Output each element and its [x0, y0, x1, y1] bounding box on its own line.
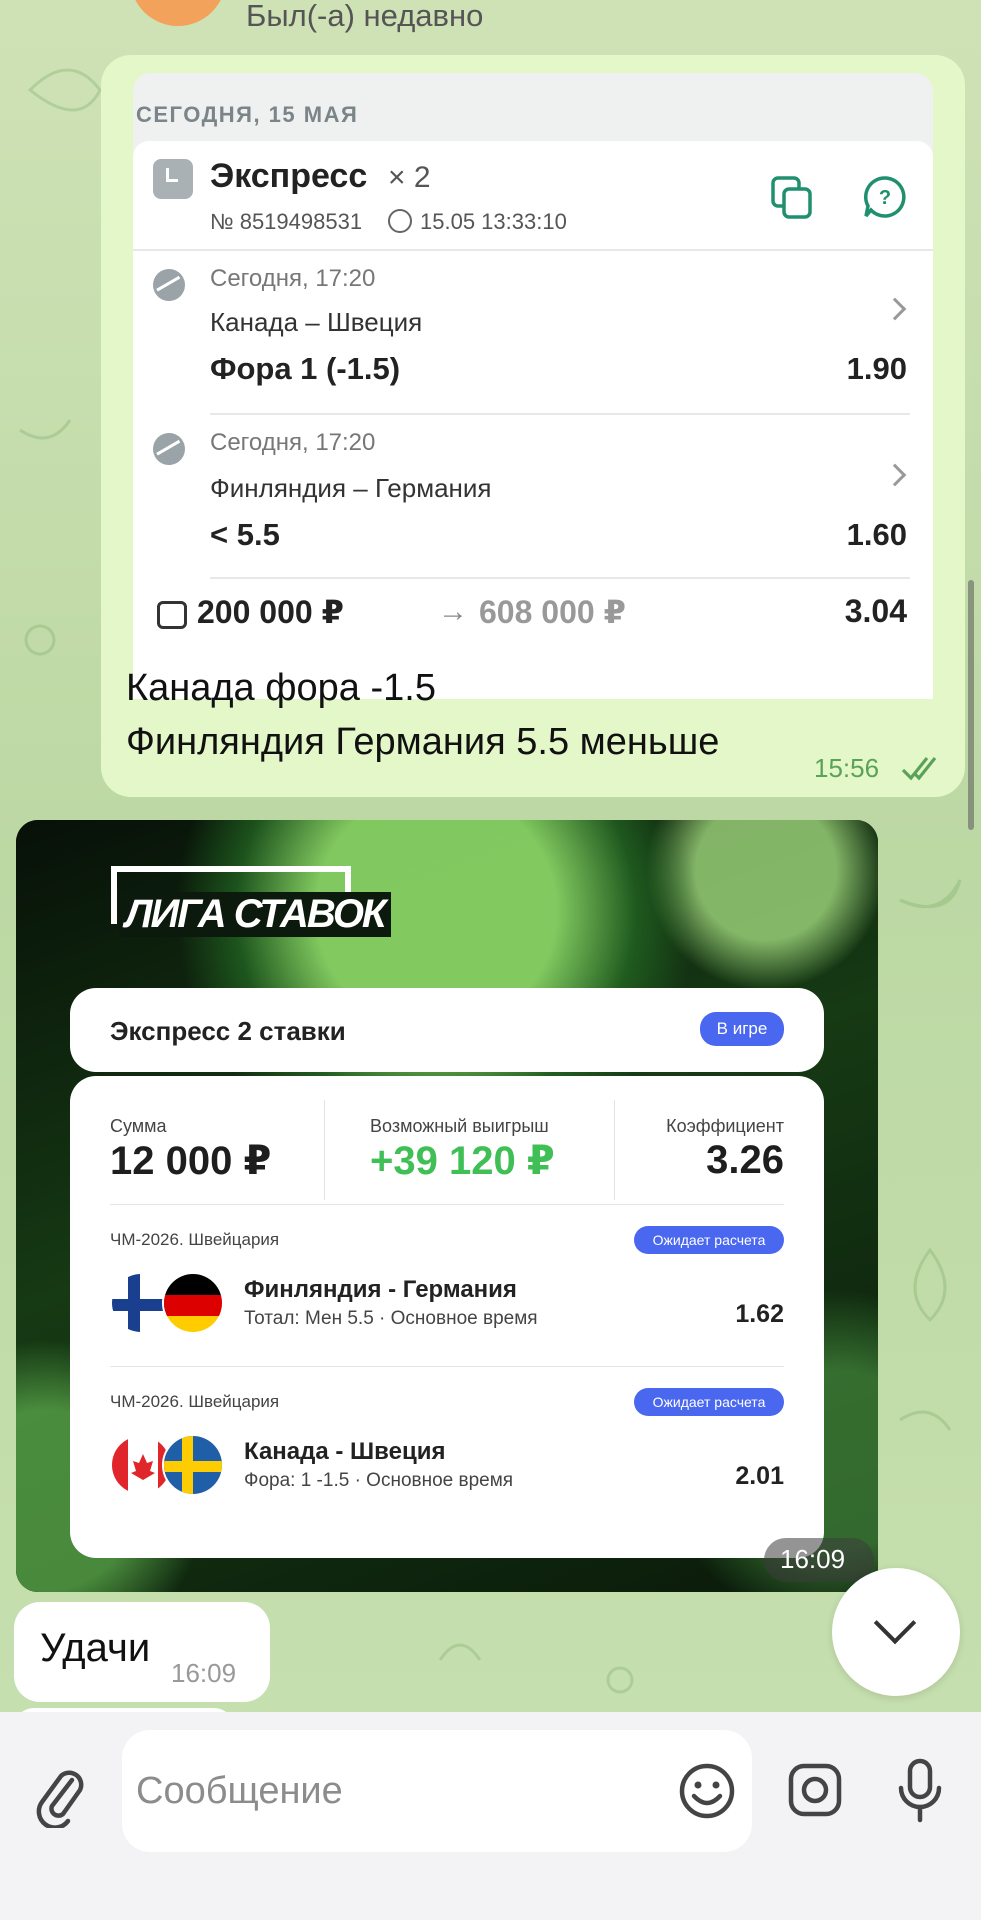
leg-time: Сегодня, 17:20 [210, 429, 376, 456]
divider [324, 1100, 325, 1200]
scrollbar[interactable] [968, 580, 974, 830]
event-odd: 1.62 [735, 1300, 784, 1328]
message-time: 16:09 [171, 1658, 237, 1688]
event-title: Канада - Швеция [244, 1438, 446, 1465]
message-caption: Канада фора -1.5 Финляндия Германия 5.5 … [126, 661, 719, 769]
express-title: Экспресс 2 ставки [110, 1016, 346, 1046]
stake-amount: 200 000 ₽ [197, 594, 344, 630]
message-time: 15:56 [814, 753, 880, 783]
event-league: ЧМ-2026. Швейцария [110, 1230, 280, 1249]
leg-match: Финляндия – Германия [210, 473, 492, 503]
hockey-puck-icon [147, 427, 191, 471]
bet-type-title: Экспресс [210, 157, 368, 195]
double-check-icon [901, 757, 937, 781]
potential-win: 608 000 ₽ [479, 594, 626, 630]
leg-odd: 1.90 [846, 351, 907, 386]
scroll-down-button[interactable] [832, 1568, 960, 1696]
logo-text: ЛИГА СТАВОК [119, 892, 391, 937]
divider [210, 413, 910, 415]
event-league: ЧМ-2026. Швейцария [110, 1392, 280, 1411]
clock-status-icon [153, 159, 193, 199]
message-input[interactable] [122, 1730, 752, 1852]
avatar[interactable] [130, 0, 226, 26]
pending-badge: Ожидает расчета [634, 1388, 784, 1416]
microphone-icon[interactable] [896, 1758, 944, 1824]
paperclip-icon[interactable] [36, 1766, 86, 1828]
divider [110, 1204, 784, 1205]
leg-pick: Фора 1 (-1.5) [210, 351, 401, 386]
event-subtitle: Фора: 1 -1.5 · Основное время [244, 1470, 514, 1491]
contact-status: Был(-а) недавно [246, 0, 484, 33]
express-header-card: Экспресс 2 ставки В игре [70, 988, 824, 1072]
chat-header[interactable]: Был(-а) недавно [0, 0, 981, 36]
date-header: СЕГОДНЯ, 15 МАЯ [136, 102, 359, 127]
express-details-card: Сумма 12 000 ₽ Возможный выигрыш +39 120… [70, 1076, 824, 1558]
wallet-icon [157, 601, 187, 629]
win-label: Возможный выигрыш [370, 1116, 549, 1136]
leg-pick: < 5.5 [210, 517, 280, 552]
sum-label: Сумма [110, 1116, 167, 1136]
bet-multiplier: × 2 [388, 161, 431, 194]
arrow-icon: → [438, 595, 468, 628]
status-badge: В игре [700, 1012, 784, 1046]
event-subtitle: Тотал: Мен 5.5 · Основное время [244, 1308, 538, 1329]
divider [110, 1366, 784, 1367]
message-text: Удачи [40, 1626, 151, 1670]
emoji-icon[interactable] [678, 1762, 736, 1820]
coef-value: 3.26 [706, 1138, 784, 1182]
total-odd: 3.04 [844, 593, 907, 629]
bet-time: 15.05 13:33:10 [420, 209, 567, 234]
germany-flag-icon [162, 1272, 224, 1334]
divider [614, 1100, 615, 1200]
composer-bar [0, 1712, 981, 1920]
leg-match: Канада – Швеция [210, 307, 423, 337]
divider [133, 249, 933, 251]
message-time: 16:09 [780, 1544, 846, 1574]
bet-screenshot[interactable]: СЕГОДНЯ, 15 МАЯ Экспресс × 2 № 851949853… [133, 73, 933, 699]
caption-line: Финляндия Германия 5.5 меньше [126, 721, 720, 763]
outgoing-message-bubble[interactable]: СЕГОДНЯ, 15 МАЯ Экспресс × 2 № 851949853… [101, 55, 965, 797]
leg-time: Сегодня, 17:20 [210, 265, 376, 292]
bet-number: № 8519498531 [210, 209, 363, 234]
divider [210, 577, 910, 579]
coef-label: Коэффициент [666, 1116, 784, 1136]
caption-line: Канада фора -1.5 [126, 667, 436, 709]
instagram-camera-icon[interactable] [787, 1762, 843, 1818]
chevron-right-icon[interactable] [883, 463, 907, 487]
help-icon: ? [864, 176, 906, 218]
pending-badge: Ожидает расчета [634, 1226, 784, 1254]
incoming-image-message[interactable]: ЛИГА СТАВОК Экспресс 2 ставки В игре Сум… [16, 820, 878, 1592]
copy-icon [771, 176, 812, 219]
leg-odd: 1.60 [846, 517, 907, 552]
bet-card: Экспресс × 2 № 8519498531 15.05 13:33:10… [133, 141, 933, 699]
hockey-puck-icon [147, 263, 191, 307]
clock-icon [388, 209, 412, 233]
sweden-flag-icon [162, 1434, 224, 1496]
win-value: +39 120 ₽ [370, 1139, 555, 1183]
event-title: Финляндия - Германия [244, 1276, 517, 1303]
event-odd: 2.01 [735, 1462, 784, 1490]
svg-text:?: ? [879, 187, 891, 209]
sum-value: 12 000 ₽ [110, 1139, 272, 1183]
incoming-message-bubble[interactable]: Удачи 16:09 [14, 1602, 270, 1702]
chevron-right-icon[interactable] [883, 297, 907, 321]
